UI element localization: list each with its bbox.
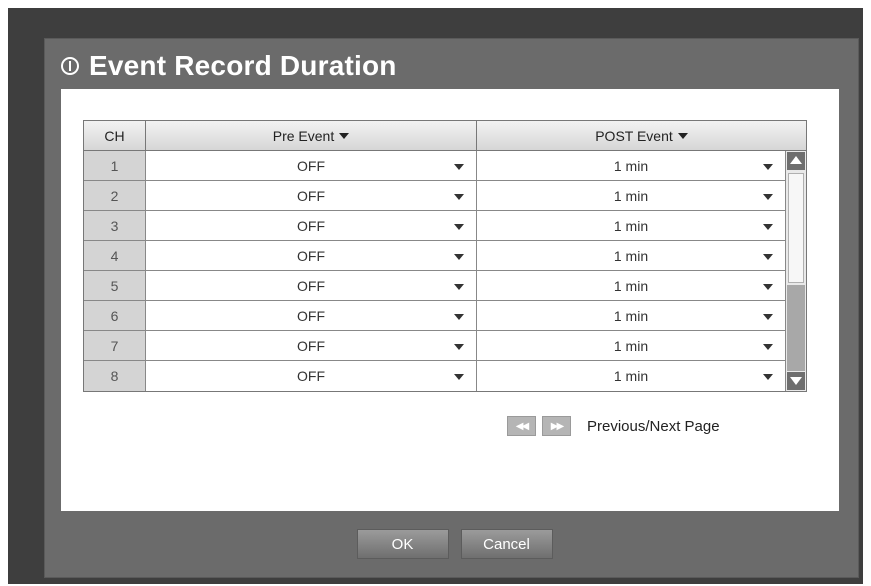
- pre-event-select[interactable]: OFF: [146, 271, 477, 300]
- dropdown-arrow-icon: [763, 254, 773, 260]
- post-event-value: 1 min: [613, 217, 649, 234]
- pre-event-value: OFF: [297, 307, 325, 324]
- pre-event-select[interactable]: OFF: [146, 361, 477, 391]
- dropdown-arrow-icon: [454, 284, 464, 290]
- caret-down-icon: [677, 132, 688, 139]
- dropdown-arrow-icon: [454, 314, 464, 320]
- column-header-post-event[interactable]: POST Event: [477, 121, 806, 150]
- event-duration-table: CH Pre Event POST Event 1 OFF 1 min 2 OFF 1 m…: [83, 120, 807, 392]
- dialog-footer: OK Cancel: [45, 529, 858, 559]
- post-event-select[interactable]: 1 min: [477, 331, 785, 360]
- table-row: 1 OFF 1 min: [84, 151, 785, 181]
- channel-number: 6: [84, 301, 146, 330]
- column-header-ch: CH: [84, 121, 146, 150]
- pre-event-select[interactable]: OFF: [146, 241, 477, 270]
- power-icon: [61, 57, 79, 75]
- column-header-pre-event[interactable]: Pre Event: [146, 121, 477, 150]
- scrollbar-track[interactable]: [787, 285, 805, 371]
- post-event-select[interactable]: 1 min: [477, 181, 785, 210]
- rewind-icon: ◀◀: [515, 420, 529, 432]
- pre-event-select[interactable]: OFF: [146, 211, 477, 240]
- dialog-title: Event Record Duration: [89, 50, 397, 81]
- pager-label: Previous/Next Page: [587, 417, 720, 435]
- post-event-value: 1 min: [613, 337, 649, 354]
- cancel-button[interactable]: Cancel: [460, 529, 553, 559]
- channel-number: 8: [84, 361, 146, 391]
- pre-event-value: OFF: [297, 247, 325, 264]
- fast-forward-icon: ▶▶: [550, 420, 564, 432]
- post-event-value: 1 min: [613, 307, 649, 324]
- pre-event-select[interactable]: OFF: [146, 331, 477, 360]
- channel-number: 4: [84, 241, 146, 270]
- dropdown-arrow-icon: [763, 164, 773, 170]
- table-row: 7 OFF 1 min: [84, 331, 785, 361]
- table-header: CH Pre Event POST Event: [84, 121, 806, 151]
- table-row: 4 OFF 1 min: [84, 241, 785, 271]
- channel-number: 7: [84, 331, 146, 360]
- dialog-content: CH Pre Event POST Event 1 OFF 1 min 2 OFF 1 m…: [61, 89, 839, 511]
- scroll-down-icon[interactable]: [787, 372, 805, 390]
- post-event-value: 1 min: [613, 157, 649, 174]
- pre-event-value: OFF: [297, 157, 325, 174]
- table-row: 2 OFF 1 min: [84, 181, 785, 211]
- post-event-value: 1 min: [613, 187, 649, 204]
- channel-number: 3: [84, 211, 146, 240]
- table-row: 5 OFF 1 min: [84, 271, 785, 301]
- dropdown-arrow-icon: [763, 344, 773, 350]
- dropdown-arrow-icon: [454, 224, 464, 230]
- post-event-select[interactable]: 1 min: [477, 301, 785, 330]
- dropdown-arrow-icon: [763, 314, 773, 320]
- post-event-select[interactable]: 1 min: [477, 271, 785, 300]
- post-event-value: 1 min: [613, 277, 649, 294]
- dropdown-arrow-icon: [454, 344, 464, 350]
- dropdown-arrow-icon: [454, 254, 464, 260]
- dropdown-arrow-icon: [454, 164, 464, 170]
- pre-event-select[interactable]: OFF: [146, 151, 477, 180]
- dialog-titlebar: Event Record Duration: [61, 43, 848, 89]
- dropdown-arrow-icon: [763, 194, 773, 200]
- pre-event-value: OFF: [297, 217, 325, 234]
- pre-event-select[interactable]: OFF: [146, 181, 477, 210]
- post-event-select[interactable]: 1 min: [477, 241, 785, 270]
- post-event-value: 1 min: [613, 247, 649, 264]
- previous-page-button[interactable]: ◀◀: [507, 416, 536, 436]
- channel-number: 2: [84, 181, 146, 210]
- screen-frame: Event Record Duration CH Pre Event POST …: [8, 8, 863, 584]
- dropdown-arrow-icon: [763, 374, 773, 380]
- table-row: 8 OFF 1 min: [84, 361, 785, 391]
- dropdown-arrow-icon: [454, 194, 464, 200]
- dropdown-arrow-icon: [763, 284, 773, 290]
- dropdown-arrow-icon: [763, 224, 773, 230]
- table-body: 1 OFF 1 min 2 OFF 1 min 3 OFF 1 min 4 OFF 1 min 5 OFF…: [84, 151, 785, 391]
- pre-event-value: OFF: [297, 187, 325, 204]
- table-row: 6 OFF 1 min: [84, 301, 785, 331]
- pre-event-select[interactable]: OFF: [146, 301, 477, 330]
- dropdown-arrow-icon: [454, 374, 464, 380]
- post-event-select[interactable]: 1 min: [477, 211, 785, 240]
- ok-button[interactable]: OK: [356, 529, 449, 559]
- table-row: 3 OFF 1 min: [84, 211, 785, 241]
- event-record-duration-dialog: Event Record Duration CH Pre Event POST …: [44, 38, 859, 578]
- scroll-up-icon[interactable]: [787, 152, 805, 170]
- post-event-select[interactable]: 1 min: [477, 151, 785, 180]
- pre-event-value: OFF: [297, 277, 325, 294]
- pre-event-value: OFF: [297, 368, 325, 384]
- scrollbar-thumb[interactable]: [788, 173, 804, 283]
- pre-event-value: OFF: [297, 337, 325, 354]
- post-event-select[interactable]: 1 min: [477, 361, 785, 391]
- post-event-value: 1 min: [613, 368, 649, 384]
- table-scrollbar[interactable]: [785, 151, 806, 391]
- next-page-button[interactable]: ▶▶: [542, 416, 571, 436]
- channel-number: 5: [84, 271, 146, 300]
- channel-number: 1: [84, 151, 146, 180]
- caret-down-icon: [339, 132, 350, 139]
- pager: ◀◀ ▶▶ Previous/Next Page: [507, 416, 720, 436]
